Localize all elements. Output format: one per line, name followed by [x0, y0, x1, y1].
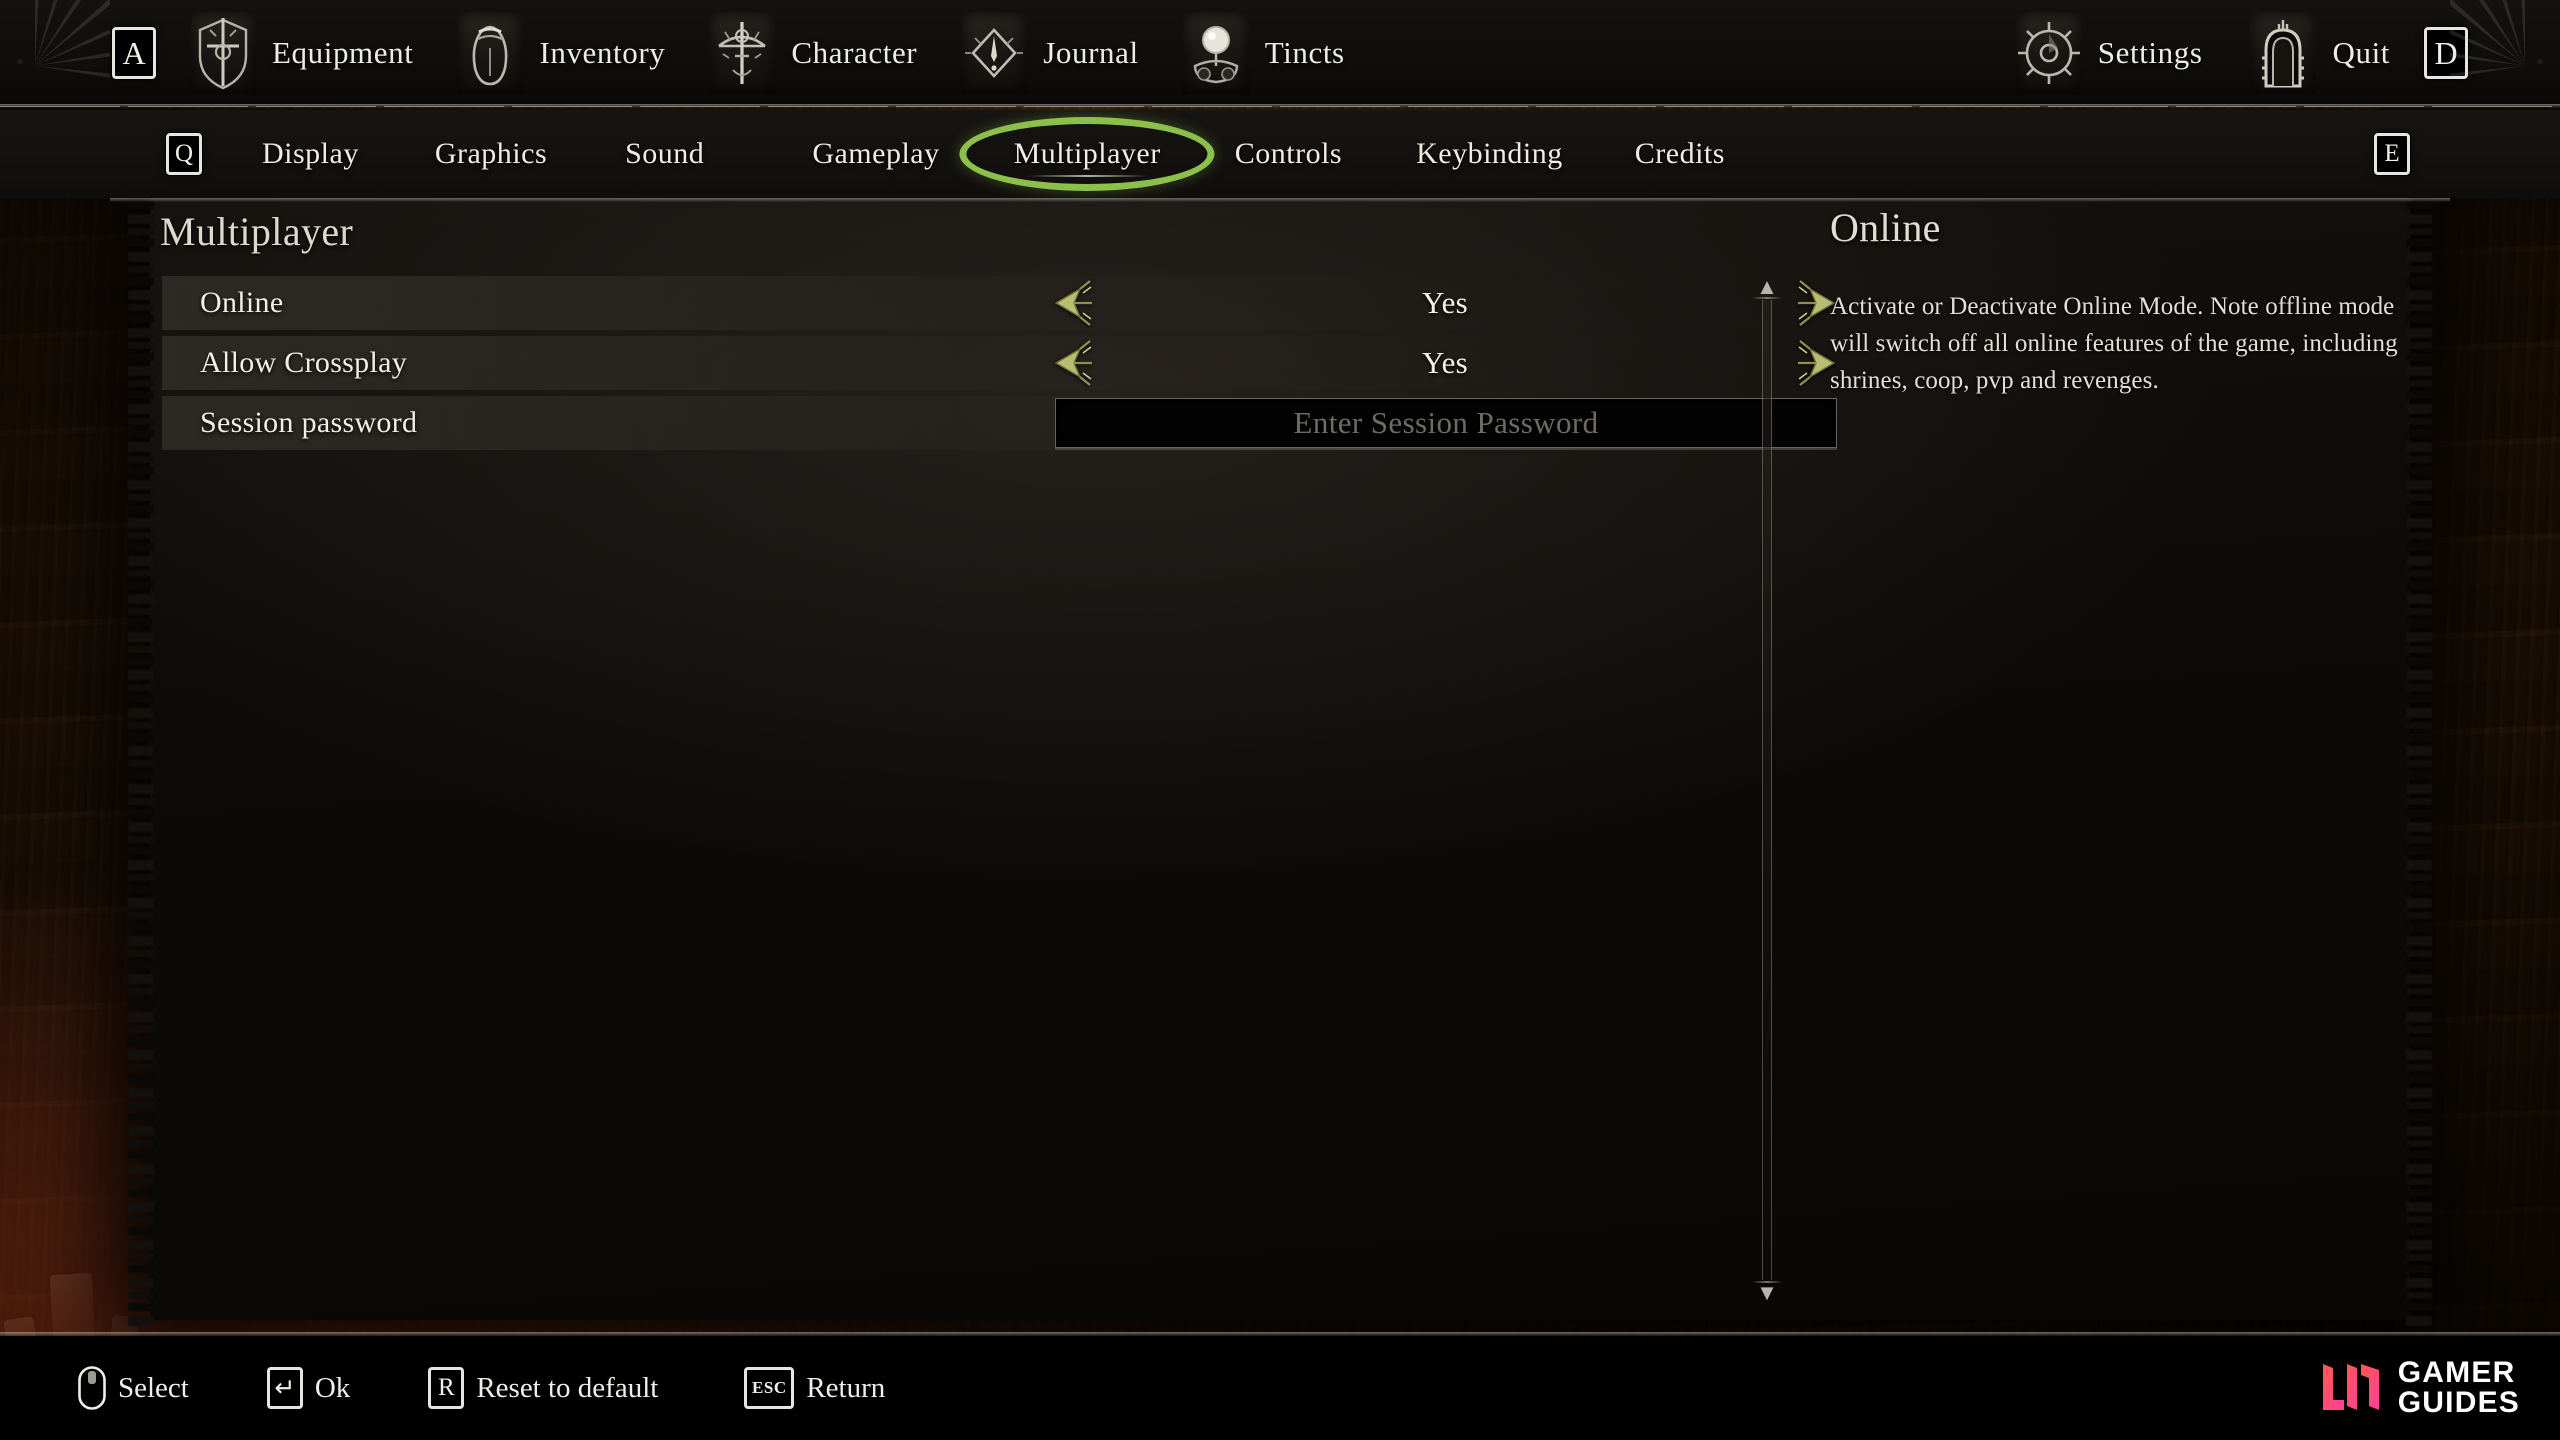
- tab-gameplay[interactable]: Gameplay: [806, 129, 945, 179]
- bottom-hint-bar: Select ↵ Ok R Reset to default ESC Retur…: [0, 1336, 2560, 1440]
- nav-item-tincts[interactable]: Tincts: [1182, 12, 1345, 94]
- hint-label: Ok: [314, 1371, 351, 1404]
- game-screen: A Equipment Inventory Character Journal …: [0, 0, 2560, 1440]
- tab-credits[interactable]: Credits: [1629, 129, 1731, 179]
- row-value: Yes: [1421, 285, 1468, 320]
- nav-item-inventory[interactable]: Inventory: [457, 12, 665, 94]
- nav-item-journal[interactable]: Journal: [961, 12, 1138, 94]
- hint-reset[interactable]: R Reset to default: [428, 1367, 658, 1409]
- hint-label: Select: [118, 1371, 189, 1404]
- tab-sound[interactable]: Sound: [619, 129, 710, 179]
- shield-sword-icon: [190, 12, 256, 94]
- settings-content: Multiplayer Online Yes Allow Crossplay Y…: [150, 196, 2410, 1320]
- tab-label: Multiplayer: [1013, 137, 1161, 170]
- tab-multiplayer[interactable]: Multiplayer: [959, 117, 1215, 191]
- hint-label: Reset to default: [476, 1371, 659, 1404]
- nav-label: Inventory: [539, 35, 666, 70]
- bottom-bar-divider: [0, 1332, 2560, 1336]
- nav-prev-key-badge[interactable]: A: [112, 27, 156, 79]
- gamer-guides-wordmark: GAMER GUIDES: [2398, 1358, 2520, 1418]
- hint-ok[interactable]: ↵ Ok: [266, 1367, 351, 1409]
- tab-keybinding[interactable]: Keybinding: [1410, 129, 1569, 179]
- tab-next-key-badge[interactable]: E: [2374, 133, 2410, 175]
- nav-label: Settings: [2097, 35, 2203, 70]
- scroll-up-arrow-icon[interactable]: ▲: [1750, 274, 1784, 300]
- hint-return[interactable]: ESC Return: [744, 1367, 885, 1409]
- row-value: Yes: [1421, 345, 1468, 380]
- tab-controls[interactable]: Controls: [1229, 129, 1348, 179]
- settings-tab-bar: Q Display Graphics Sound Gameplay Multip…: [0, 110, 2560, 202]
- row-control: Yes: [1050, 334, 1840, 392]
- decrement-arrow-icon[interactable]: [1050, 339, 1096, 387]
- session-password-placeholder: Enter Session Password: [1293, 405, 1599, 440]
- crest-icon: [709, 12, 776, 94]
- row-control: Yes: [1050, 274, 1840, 332]
- setting-row-session-password[interactable]: Session password Enter Session Password: [150, 394, 2410, 452]
- tab-label: Credits: [1634, 137, 1725, 170]
- ornament-left-icon: [0, 0, 110, 106]
- tab-label: Display: [262, 137, 359, 170]
- tab-label: Gameplay: [812, 137, 940, 170]
- tome-icon: [961, 12, 1028, 94]
- section-title: Multiplayer: [160, 209, 354, 254]
- enter-key-badge[interactable]: ↵: [266, 1367, 303, 1409]
- description-body: Activate or Deactivate Online Mode. Note…: [1830, 293, 2398, 394]
- tab-display[interactable]: Display: [256, 129, 365, 179]
- row-label: Session password: [200, 406, 418, 439]
- tab-label: Graphics: [434, 137, 548, 170]
- description-title: Online: [1830, 205, 1941, 250]
- top-bar-divider: [0, 104, 2560, 109]
- top-navigation-bar: A Equipment Inventory Character Journal …: [0, 0, 2560, 106]
- mouse-icon: [78, 1366, 106, 1410]
- tab-underline: [1026, 175, 1148, 177]
- nav-label: Journal: [1043, 35, 1139, 70]
- nav-label: Tincts: [1264, 35, 1345, 70]
- tab-graphics[interactable]: Graphics: [429, 129, 553, 179]
- session-password-input[interactable]: Enter Session Password: [1055, 398, 1837, 448]
- tab-label: Keybinding: [1416, 137, 1563, 170]
- satchel-icon: [457, 12, 524, 94]
- row-label: Online: [200, 286, 284, 319]
- tab-label: Controls: [1234, 137, 1343, 170]
- nav-label: Quit: [2332, 35, 2390, 70]
- nav-item-settings[interactable]: Settings: [2015, 12, 2203, 94]
- scroll-down-arrow-icon[interactable]: ▼: [1750, 1280, 1784, 1306]
- gamer-guides-watermark: GAMER GUIDES: [2320, 1358, 2520, 1418]
- nav-label: Equipment: [272, 35, 414, 70]
- tab-prev-key-badge[interactable]: Q: [166, 133, 202, 175]
- tab-label: Sound: [625, 137, 705, 170]
- ornament-right-icon: [2450, 0, 2560, 106]
- nav-item-equipment[interactable]: Equipment: [190, 12, 413, 94]
- flask-orb-icon: [1182, 12, 1249, 94]
- nav-label: Character: [791, 35, 918, 70]
- door-icon: [2250, 12, 2317, 94]
- watermark-line-2: GUIDES: [2397, 1386, 2520, 1419]
- esc-key-badge[interactable]: ESC: [744, 1367, 795, 1409]
- watermark-line-1: GAMER: [2397, 1356, 2516, 1389]
- nav-item-character[interactable]: Character: [709, 12, 917, 94]
- setting-description-panel: Online Activate or Deactivate Online Mod…: [1830, 204, 2404, 399]
- scrollbar-track[interactable]: [1762, 300, 1772, 1280]
- gamer-guides-logo-icon: [2320, 1360, 2382, 1416]
- hint-label: Return: [806, 1371, 886, 1404]
- hint-select[interactable]: Select: [78, 1366, 189, 1410]
- gear-icon: [2015, 12, 2082, 94]
- settings-scrollbar[interactable]: ▲ ▼: [1750, 274, 1784, 1306]
- decrement-arrow-icon[interactable]: [1050, 279, 1096, 327]
- row-label: Allow Crossplay: [200, 346, 407, 379]
- r-key-badge[interactable]: R: [428, 1367, 465, 1409]
- nav-item-quit[interactable]: Quit: [2250, 12, 2390, 94]
